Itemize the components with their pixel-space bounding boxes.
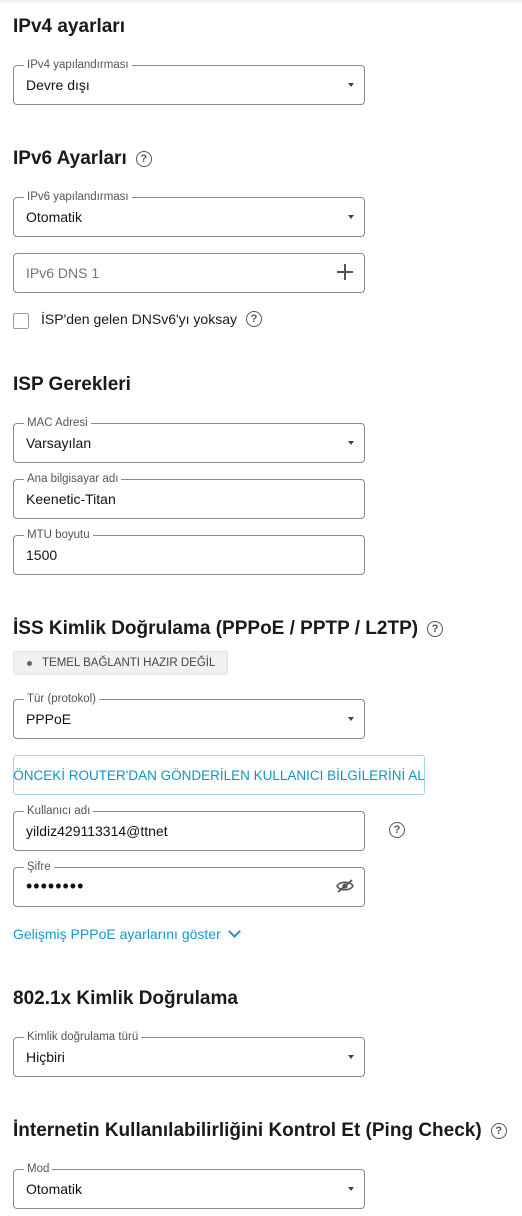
pingcheck-mode-select[interactable]: Mod Otomatik [13, 1162, 365, 1209]
question-circle-icon[interactable]: ? [427, 621, 444, 637]
mac-address-label: MAC Adresi [24, 416, 91, 430]
ipv4-heading: IPv4 ayarları [13, 16, 125, 37]
hostname-value: Keenetic-Titan [26, 491, 116, 507]
dot1x-heading: 802.1x Kimlik Doğrulama [13, 988, 238, 1009]
username-value: yildiz429113314@ttnet [26, 823, 168, 839]
fetch-credentials-button[interactable]: ÖNCEKİ ROUTER'DAN GÖNDERİLEN KULLANICI B… [13, 755, 425, 795]
caret-down-icon [348, 441, 354, 445]
username-label: Kullanıcı adı [24, 804, 94, 818]
password-input[interactable]: Şifre •••••••• [13, 860, 365, 907]
auth-type-value: Hiçbiri [26, 1049, 65, 1065]
question-circle-icon[interactable]: ? [135, 151, 152, 167]
isp-heading: ISP Gerekleri [13, 374, 131, 395]
password-value: •••••••• [26, 876, 85, 896]
ipv4-config-select[interactable]: IPv4 yapılandırması Devre dışı [13, 58, 365, 105]
ipv6-dns-placeholder: IPv6 DNS 1 [26, 265, 100, 281]
ipv4-config-label: IPv4 yapılandırması [24, 58, 132, 72]
ipv6-dns-input[interactable]: IPv6 DNS 1 [13, 253, 365, 293]
caret-down-icon [348, 83, 354, 87]
connection-status-badge: TEMEL BAĞLANTI HAZIR DEĞİL [13, 651, 229, 675]
auth-type-label: Kimlik doğrulama türü [24, 1030, 142, 1044]
ipv6-config-select[interactable]: IPv6 yapılandırması Otomatik [13, 190, 365, 237]
hostname-input[interactable]: Ana bilgisayar adı Keenetic-Titan [13, 472, 365, 519]
top-shadow [0, 0, 522, 4]
pingcheck-heading: İnternetin Kullanılabilirliğini Kontrol … [13, 1120, 507, 1142]
auth-type-select[interactable]: Kimlik doğrulama türü Hiçbiri [13, 1030, 365, 1077]
question-circle-icon[interactable]: ? [490, 1123, 507, 1139]
ignore-dnsv6-checkbox[interactable] [13, 313, 29, 329]
ipv4-config-value: Devre dışı [26, 77, 90, 93]
protocol-value: PPPoE [26, 711, 72, 727]
mtu-label: MTU boyutu [24, 528, 93, 542]
hostname-label: Ana bilgisayar adı [24, 472, 122, 486]
caret-down-icon [348, 1055, 354, 1059]
advanced-pppoe-link[interactable]: Gelişmiş PPPoE ayarlarını göster [13, 925, 241, 942]
status-dot-icon [27, 660, 32, 666]
pingcheck-mode-label: Mod [24, 1162, 53, 1176]
question-circle-icon[interactable]: ? [246, 311, 262, 327]
password-label: Şifre [24, 860, 54, 874]
plus-icon[interactable] [336, 263, 354, 281]
ignore-dnsv6-label: İSP'den gelen DNSv6'yı yoksay ? [41, 311, 262, 327]
mac-address-select[interactable]: MAC Adresi Varsayılan [13, 416, 365, 463]
username-input[interactable]: Kullanıcı adı yildiz429113314@ttnet [13, 804, 365, 851]
eye-off-icon[interactable] [336, 879, 354, 893]
mac-address-value: Varsayılan [26, 435, 92, 451]
protocol-label: Tür (protokol) [24, 692, 100, 706]
caret-down-icon [348, 1187, 354, 1191]
mtu-value: 1500 [26, 547, 58, 563]
caret-down-icon [348, 215, 354, 219]
ipv6-config-label: IPv6 yapılandırması [24, 190, 132, 204]
ipv6-config-value: Otomatik [26, 209, 83, 225]
chevron-down-icon [227, 925, 241, 938]
mtu-input[interactable]: MTU boyutu 1500 [13, 528, 365, 575]
pingcheck-mode-value: Otomatik [26, 1181, 83, 1197]
ipv6-heading: IPv6 Ayarları ? [13, 148, 152, 170]
auth-heading: İSS Kimlik Doğrulama (PPPoE / PPTP / L2T… [13, 618, 444, 640]
protocol-select[interactable]: Tür (protokol) PPPoE [13, 692, 365, 739]
connection-status-text: TEMEL BAĞLANTI HAZIR DEĞİL [42, 657, 216, 669]
question-circle-icon[interactable]: ? [389, 822, 405, 838]
caret-down-icon [348, 717, 354, 721]
